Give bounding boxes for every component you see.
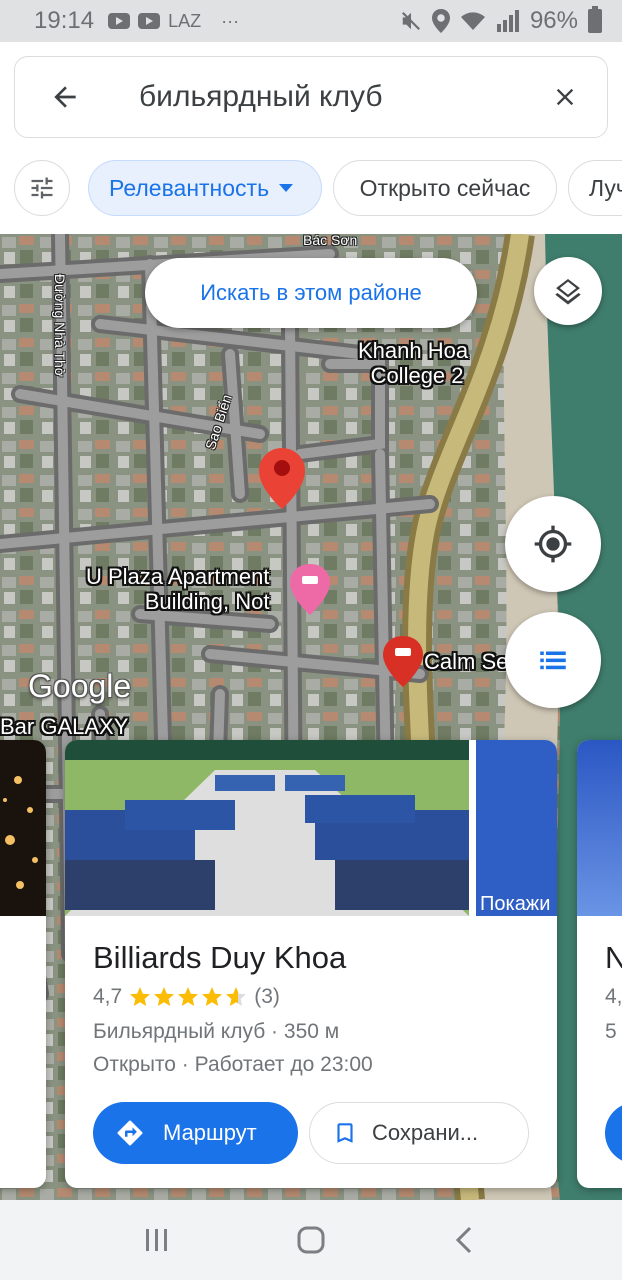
youtube-icon (108, 13, 131, 29)
next-place-line: 5 (605, 1020, 617, 1043)
street-label-duong-nha-tho: Đường Nhà Thờ (52, 274, 68, 377)
search-header: бильярдный клуб Релевантность Открыто се… (0, 42, 622, 234)
top-rated-chip[interactable]: Лучшие (568, 160, 622, 216)
place-label-calm-sea: Calm Se (424, 649, 509, 674)
place-photo (0, 740, 46, 916)
status-bar: 19:14 LAZ ··· 96% (0, 0, 622, 42)
sort-relevance-chip[interactable]: Релевантность (88, 160, 322, 216)
chevron-left-icon (455, 1226, 472, 1254)
wifi-icon (460, 12, 485, 30)
home-button[interactable] (271, 1210, 351, 1270)
sort-relevance-label: Релевантность (109, 174, 270, 201)
google-logo: Google (28, 668, 132, 704)
status-app-icons: LAZ ··· (108, 11, 239, 32)
chevron-down-icon (279, 184, 294, 192)
signal-icon (496, 10, 519, 32)
place-photo-secondary[interactable]: Покажи (476, 740, 557, 916)
rating-value: 4,7 (93, 985, 123, 1008)
layers-button[interactable] (534, 257, 602, 325)
place-card-next[interactable]: N 4, 5 (577, 740, 622, 1188)
place-label-khanh-hoa-college: Khanh Hoa College 2 (358, 338, 469, 389)
star-icon (130, 987, 151, 1006)
directions-icon (117, 1120, 143, 1146)
tune-icon (31, 177, 53, 199)
filters-button[interactable] (14, 160, 70, 216)
list-view-button[interactable] (505, 612, 601, 708)
clear-search-button[interactable] (535, 67, 595, 127)
youtube-icon (138, 13, 161, 29)
back-nav-button[interactable] (425, 1210, 505, 1270)
search-box[interactable]: бильярдный клуб (14, 56, 608, 138)
rating-row: 4,7 (3) (93, 985, 280, 1009)
place-card[interactable]: Покажи Billiards Duy Khoa 4,7 (3) Бильяр… (65, 740, 557, 1188)
close-icon (556, 88, 574, 106)
arrow-back-icon (54, 86, 76, 108)
place-label-bar-galaxy: Bar GALAXY (0, 714, 129, 739)
place-photo (577, 740, 622, 916)
star-icon (178, 987, 199, 1006)
laz-icon: LAZ (168, 10, 202, 31)
directions-button[interactable]: Маршрут (93, 1102, 298, 1164)
star-icon (202, 987, 223, 1006)
review-count: (3) (254, 985, 280, 1008)
place-title: Billiards Duy Khoa (93, 940, 347, 975)
next-card-button[interactable] (605, 1102, 622, 1164)
location-icon (431, 9, 450, 33)
more-notifications-icon: ··· (221, 10, 240, 31)
next-place-title: N (605, 940, 622, 975)
next-place-rating: 4, (605, 985, 622, 1008)
top-rated-label: Лучшие (589, 174, 622, 201)
show-photos-label: Покажи (480, 893, 551, 915)
save-label: Сохрани... (372, 1120, 479, 1145)
street-label-bac-son: Bác Sơn (303, 234, 358, 248)
place-card-previous[interactable] (0, 740, 46, 1188)
place-photo-main[interactable] (65, 740, 469, 916)
open-now-label: Открыто сейчас (359, 174, 531, 201)
directions-label: Маршрут (163, 1120, 257, 1145)
battery-icon (588, 6, 602, 33)
open-now-chip[interactable]: Открыто сейчас (333, 160, 557, 216)
my-location-button[interactable] (505, 496, 601, 592)
star-icon (154, 987, 175, 1006)
battery-percent: 96% (529, 7, 578, 34)
status-system-icons: 96% (400, 6, 602, 35)
search-this-area-button[interactable]: Искать в этом районе (145, 258, 477, 328)
system-nav-bar (0, 1200, 622, 1280)
place-label-u-plaza: U Plaza Apartment Building, Not (86, 564, 270, 615)
search-this-area-label: Искать в этом районе (200, 280, 422, 305)
my-location-icon (534, 525, 572, 563)
layers-icon (555, 278, 581, 305)
bookmark-icon (337, 1123, 353, 1143)
recent-apps-icon (146, 1229, 167, 1251)
rating-stars (128, 985, 248, 1009)
status-time: 19:14 (34, 7, 95, 34)
filter-chips: Релевантность Открыто сейчас Лучшие (0, 160, 622, 216)
category-distance: Бильярдный клуб · 350 м (93, 1020, 340, 1043)
back-button[interactable] (35, 67, 95, 127)
search-input[interactable]: бильярдный клуб (139, 80, 535, 114)
recent-apps-button[interactable] (117, 1210, 197, 1270)
opening-hours: Открыто · Работает до 23:00 (93, 1053, 373, 1076)
save-button[interactable]: Сохрани... (309, 1102, 529, 1164)
list-icon (540, 651, 566, 670)
map-view[interactable]: Bác Sơn Đường Nhà Thờ Sao Biển Khanh Hoa… (0, 234, 622, 1200)
home-icon (297, 1226, 325, 1254)
star-half-icon (226, 987, 247, 1006)
mute-icon (401, 11, 420, 31)
billiard-hall-photo (65, 740, 469, 916)
